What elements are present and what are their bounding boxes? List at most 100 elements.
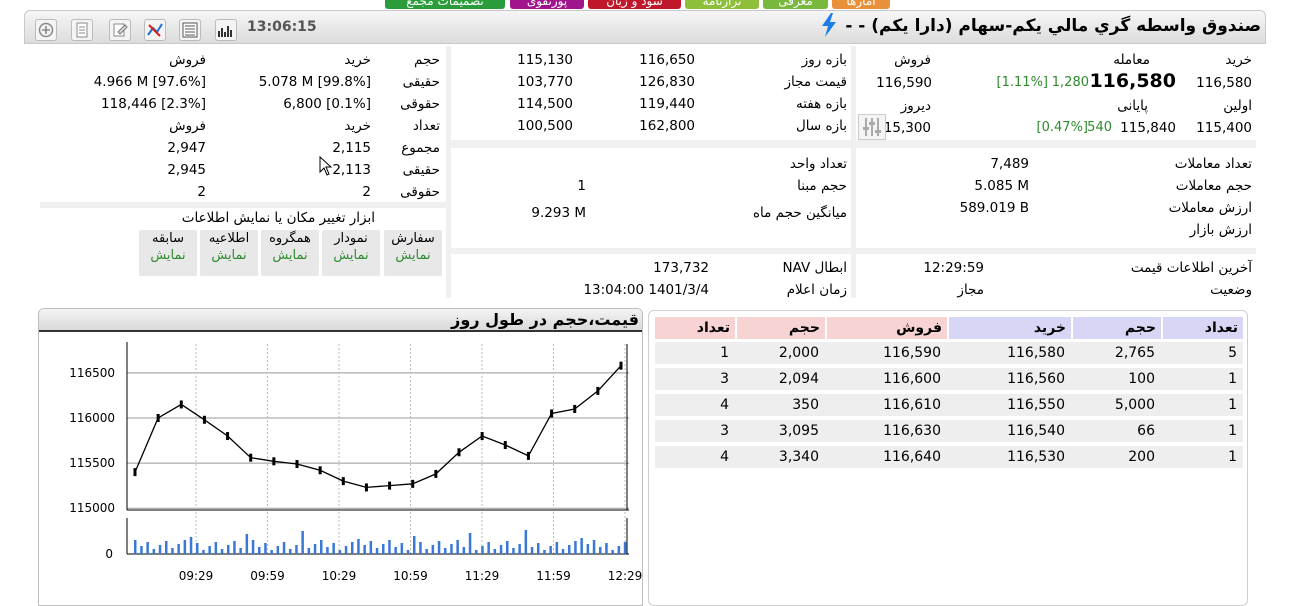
- tab-assembly[interactable]: تصمیمات مجمع: [385, 0, 505, 9]
- x-tick-label: 12:29: [608, 569, 643, 583]
- volume-bar: [574, 541, 577, 554]
- toggle-orders-button[interactable]: سفارش نمایش: [384, 230, 442, 276]
- avg-month-volume-label: میانگین حجم ماه: [752, 205, 847, 221]
- x-tick-label: 11:29: [465, 569, 500, 583]
- list-icon[interactable]: [179, 19, 201, 41]
- nav-panel: NAV ابطال 173,732 زمان اعلام 13:04:00 14…: [451, 254, 851, 298]
- toggle-peers-label: همگروه: [269, 231, 311, 246]
- price-candle: [480, 432, 484, 441]
- chart-tools-icon[interactable]: [144, 19, 166, 41]
- sell-label: فروش: [894, 52, 931, 68]
- price-candle: [295, 459, 299, 468]
- ob-cell-buy-volume: 200: [1128, 449, 1155, 465]
- volume-bar: [599, 547, 602, 554]
- chart-title: قیمت،حجم در طول روز: [451, 310, 639, 329]
- x-tick-label: 10:29: [322, 569, 357, 583]
- range-toggle-icon[interactable]: [858, 114, 886, 140]
- ranges-panel: بازه روز 116,650 115,130 قیمت مجاز 126,8…: [451, 46, 851, 140]
- lightning-icon: [820, 13, 838, 41]
- price-candle: [226, 432, 230, 441]
- price-candle: [272, 457, 276, 466]
- volume-bar: [611, 550, 614, 554]
- volume-bar: [351, 542, 354, 554]
- price-candle: [526, 451, 530, 460]
- ob-cell-sell-count: 4: [720, 449, 729, 465]
- range-label-year: بازه سال: [796, 118, 847, 134]
- range-label-allowed: قیمت مجاز: [784, 74, 847, 90]
- y-tick-label: 115500: [69, 456, 115, 470]
- plus-icon[interactable]: [35, 19, 57, 41]
- volume-bar: [276, 546, 280, 554]
- volume-bar: [171, 548, 174, 554]
- volume-bar: [357, 539, 360, 554]
- range-low-year: 100,500: [517, 118, 573, 134]
- volume-bar: [394, 547, 397, 554]
- ob-header-buy-count: تعداد: [1163, 317, 1243, 339]
- volume-bar: [468, 533, 472, 554]
- x-tick-label: 09:29: [179, 569, 214, 583]
- trades-volume-label: حجم معاملات: [1175, 178, 1252, 194]
- volume-bar: [158, 545, 162, 554]
- volume-bar: [177, 544, 180, 554]
- divider: [856, 140, 1256, 148]
- ob-cell-buy-count: 1: [1228, 423, 1237, 439]
- document-icon[interactable]: [71, 19, 93, 41]
- header-bar: صندوق واسطه گري مالي يكم-سهام (دارا يكم)…: [24, 10, 1266, 44]
- volume-bar: [338, 550, 342, 554]
- toggle-chart-button[interactable]: نمودار نمایش: [322, 230, 380, 276]
- count-real-buy: 2,113: [332, 162, 371, 178]
- count-total-sell: 2,947: [167, 140, 206, 156]
- bar-chart-icon[interactable]: [215, 19, 237, 41]
- tab-balance-sheet[interactable]: ترازنامه: [685, 0, 759, 9]
- tools-title: ابزار تغییر مکان یا نمایش اطلاعات: [181, 210, 375, 226]
- volume-bar: [475, 550, 478, 554]
- final-price-label: پایانی: [1117, 98, 1148, 114]
- range-low-day: 115,130: [517, 52, 573, 68]
- tab-intro[interactable]: معرفی: [763, 0, 828, 9]
- edit-icon[interactable]: [109, 19, 131, 41]
- volume-bar: [233, 541, 236, 554]
- volume-bar: [537, 543, 540, 554]
- final-change: 540: [1087, 120, 1112, 135]
- toggle-notices-label: اطلاعیه: [208, 231, 250, 246]
- ob-cell-buy-count: 1: [1228, 397, 1237, 413]
- count-legal-sell: 2: [197, 184, 206, 200]
- volume-bar: [388, 540, 391, 554]
- first-price-label: اولین: [1223, 98, 1252, 114]
- ob-cell-sell-count: 3: [720, 371, 729, 387]
- trade-change-percent: [1.11%]: [996, 75, 1048, 90]
- range-label-week: بازه هفته: [795, 96, 847, 112]
- toggle-history-button[interactable]: سابقه نمایش: [139, 230, 197, 276]
- status-label: وضعیت: [1210, 282, 1252, 298]
- tab-stats[interactable]: آمارها: [832, 0, 890, 9]
- price-candle: [133, 468, 137, 477]
- ob-cell-buy-price: 116,540: [1007, 423, 1065, 439]
- volume-bar: [214, 542, 218, 554]
- toggle-notices-button[interactable]: اطلاعیه نمایش: [200, 230, 258, 276]
- range-low-week: 114,500: [517, 96, 573, 112]
- volume-bar: [196, 543, 199, 554]
- nav-label: NAV ابطال: [782, 260, 847, 276]
- tab-profit-loss[interactable]: سود و زیان: [588, 0, 681, 9]
- tab-portfolio[interactable]: پورتفوی: [510, 0, 584, 9]
- trades-value-label: ارزش معاملات: [1168, 200, 1252, 216]
- x-tick-label: 10:59: [393, 569, 428, 583]
- volume-bar: [320, 540, 323, 554]
- price-candle: [411, 479, 415, 488]
- count-buy-label: خرید: [344, 118, 371, 134]
- volume-bar: [623, 542, 627, 554]
- volume-bar: [375, 548, 379, 554]
- volume-bar: [326, 547, 329, 554]
- range-high-allowed: 126,830: [639, 74, 695, 90]
- volume-bar: [382, 544, 385, 554]
- ob-header-buy-volume: حجم: [1073, 317, 1161, 339]
- ob-cell-sell-price: 116,630: [883, 423, 941, 439]
- volume-bar: [462, 547, 466, 554]
- volume-bar: [568, 545, 571, 554]
- count-real-label: حقیقی: [402, 162, 440, 178]
- toggle-peers-button[interactable]: همگروه نمایش: [261, 230, 319, 276]
- price-candle: [156, 413, 160, 422]
- toggle-peers-state: نمایش: [272, 248, 308, 263]
- ob-cell-sell-count: 1: [720, 345, 729, 361]
- y-tick-label: 116000: [69, 411, 115, 425]
